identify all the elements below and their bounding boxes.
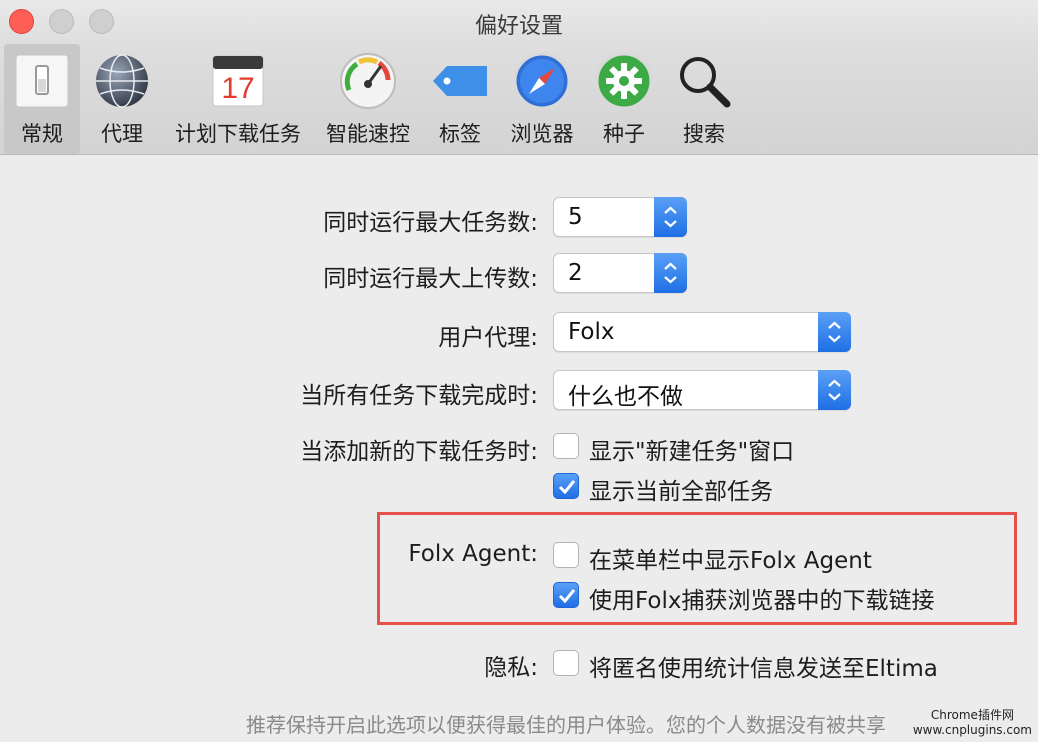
- send-statistics-checkbox[interactable]: [553, 650, 579, 676]
- watermark: Chrome插件网 www.cnplugins.com: [913, 708, 1032, 738]
- user-agent-value: Folx: [568, 319, 615, 345]
- max-uploads-stepper[interactable]: 2: [553, 253, 687, 293]
- privacy-label: 隐私:: [484, 655, 538, 681]
- tab-tags[interactable]: 标签: [428, 44, 492, 154]
- show-new-task-window-label: 显示"新建任务"窗口: [589, 439, 795, 465]
- max-tasks-stepper[interactable]: 5: [553, 197, 687, 237]
- up-down-chevron-icon: [828, 321, 841, 343]
- privacy-note: 推荐保持开启此选项以便获得最佳的用户体验。您的个人数据没有被共享: [246, 713, 886, 737]
- tab-label: 计划下载任务: [175, 122, 301, 146]
- stepper-arrows[interactable]: [654, 253, 687, 293]
- tab-scheduled-downloads[interactable]: 17 计划下载任务: [170, 44, 306, 154]
- user-agent-select[interactable]: Folx: [553, 312, 851, 352]
- folx-agent-label: Folx Agent:: [408, 541, 538, 567]
- show-agent-in-menubar-checkbox[interactable]: [553, 542, 579, 568]
- stepper-arrows[interactable]: [654, 197, 687, 237]
- speedometer-icon: [340, 53, 396, 109]
- show-agent-in-menubar-label: 在菜单栏中显示Folx Agent: [589, 548, 872, 574]
- compass-icon: [513, 52, 571, 110]
- max-uploads-label: 同时运行最大上传数:: [323, 266, 538, 292]
- preferences-toolbar: 常规 代理 17 计划下载任务 智能速控 标签 浏览器 种子 搜索: [0, 44, 1038, 155]
- capture-browser-links-checkbox[interactable]: [553, 582, 579, 608]
- tab-smart-speed[interactable]: 智能速控: [320, 44, 416, 154]
- show-new-task-window-checkbox[interactable]: [553, 433, 579, 459]
- up-down-chevron-icon: [664, 206, 677, 228]
- show-all-tasks-checkbox[interactable]: [553, 473, 579, 499]
- calendar-day: 17: [221, 72, 254, 105]
- max-uploads-value: 2: [568, 260, 583, 286]
- tab-proxy[interactable]: 代理: [90, 44, 154, 154]
- tab-general[interactable]: 常规: [4, 44, 80, 154]
- tab-browsers[interactable]: 浏览器: [504, 44, 580, 154]
- up-down-chevron-icon: [664, 262, 677, 284]
- window-title: 偏好设置: [474, 14, 563, 39]
- tag-icon: [433, 66, 487, 96]
- show-all-tasks-label: 显示当前全部任务: [589, 479, 773, 505]
- checkmark-icon: [558, 589, 576, 604]
- watermark-line1: Chrome插件网: [930, 708, 1014, 722]
- tab-label: 搜索: [683, 122, 725, 146]
- checkmark-icon: [558, 480, 576, 495]
- send-statistics-label: 将匿名使用统计信息发送至Eltima: [589, 656, 938, 682]
- tab-label: 种子: [603, 122, 645, 146]
- title-bar: 偏好设置: [0, 0, 1038, 44]
- tab-search[interactable]: 搜索: [672, 44, 736, 154]
- max-tasks-value: 5: [568, 204, 583, 230]
- on-complete-label: 当所有任务下载完成时:: [300, 383, 538, 409]
- tab-label: 浏览器: [510, 122, 574, 146]
- tab-torrents[interactable]: 种子: [592, 44, 656, 154]
- magnifier-icon: [680, 57, 731, 108]
- general-settings-pane: 同时运行最大任务数: 5 同时运行最大上传数: 2 用户代理: Folx 当所有…: [0, 156, 1038, 742]
- on-complete-select[interactable]: 什么也不做: [553, 370, 851, 410]
- tab-label: 常规: [21, 122, 63, 146]
- tab-label: 标签: [439, 122, 481, 146]
- capture-browser-links-label: 使用Folx捕获浏览器中的下载链接: [589, 588, 935, 614]
- switch-icon: [15, 54, 69, 108]
- on-add-label: 当添加新的下载任务时:: [300, 439, 538, 465]
- up-down-chevron-icon: [828, 379, 841, 401]
- user-agent-label: 用户代理:: [438, 325, 538, 351]
- calendar-icon: 17: [212, 55, 264, 107]
- tab-label: 智能速控: [326, 122, 410, 146]
- select-arrows[interactable]: [818, 370, 851, 410]
- globe-icon: [96, 54, 148, 108]
- on-complete-value: 什么也不做: [568, 384, 683, 410]
- max-tasks-label: 同时运行最大任务数:: [323, 210, 538, 236]
- select-arrows[interactable]: [818, 312, 851, 352]
- gear-icon: [595, 52, 653, 110]
- watermark-line2: www.cnplugins.com: [912, 723, 1032, 737]
- tab-label: 代理: [101, 122, 143, 146]
